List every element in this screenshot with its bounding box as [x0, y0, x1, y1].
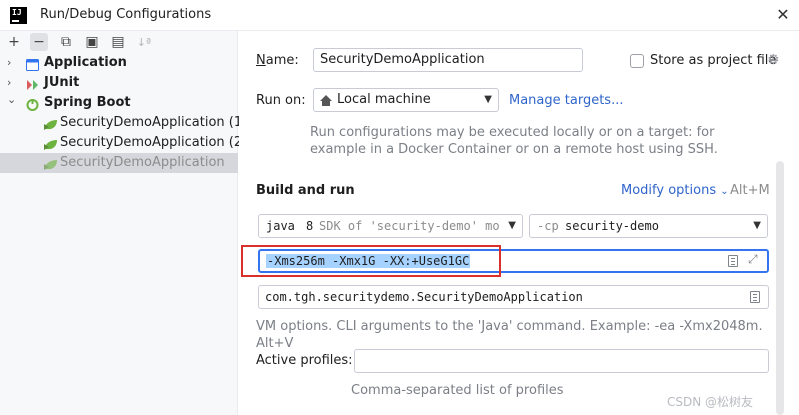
expand-text-icon[interactable]	[728, 255, 738, 267]
save-icon[interactable]: ▣	[83, 33, 101, 51]
run-on-label: Run on:	[256, 93, 306, 108]
tree-item-security-demo-2[interactable]: SecurityDemoApplication (2)	[0, 133, 247, 153]
sort-icon[interactable]: ↓ª	[135, 33, 153, 51]
tree-item-security-demo-1[interactable]: SecurityDemoApplication (1)	[0, 113, 247, 133]
tree-item-application[interactable]: › Application	[0, 53, 238, 73]
tree-item-label: SecurityDemoApplication	[60, 155, 225, 170]
jdk-version: 8	[306, 219, 314, 233]
gear-icon[interactable]: ⚙	[767, 52, 780, 68]
main-class-field[interactable]: com.tgh.securitydemo.SecurityDemoApplica…	[258, 285, 769, 309]
classpath-dropdown[interactable]: -cp security-demo ▼	[529, 214, 768, 238]
spring-boot-run-icon	[43, 138, 57, 150]
store-as-project-file-checkbox[interactable]	[630, 54, 644, 68]
name-label-rest: ame:	[265, 53, 299, 68]
close-icon[interactable]: ✕	[773, 5, 793, 25]
config-tree-panel: + − ⧉ ▣ ▤ ↓ª › Application › JUnit ⌄ Spr…	[0, 31, 247, 415]
home-icon	[320, 93, 332, 111]
run-on-value: Local machine	[337, 92, 431, 107]
scrollbar[interactable]	[776, 161, 784, 415]
tree-toolbar: + − ⧉ ▣ ▤ ↓ª	[0, 31, 238, 53]
vm-options-hint: VM options. CLI arguments to the 'Java' …	[256, 319, 763, 351]
tree-item-label: Spring Boot	[44, 95, 131, 110]
name-label-mnemonic: N	[256, 53, 266, 68]
config-form: Name: SecurityDemoApplication Store as p…	[239, 31, 799, 415]
application-icon	[26, 58, 39, 71]
window-title: Run/Debug Configurations	[40, 7, 212, 22]
run-on-dropdown[interactable]: Local machine ▼	[313, 88, 499, 112]
chevron-down-icon: ▼	[508, 220, 516, 231]
tree-item-label: Application	[44, 55, 127, 70]
browse-class-icon[interactable]	[750, 291, 760, 303]
name-label: Name:	[256, 53, 299, 68]
cp-value: security-demo	[565, 219, 659, 233]
active-profiles-hint: Comma-separated list of profiles	[351, 383, 564, 398]
tree-item-junit[interactable]: › JUnit	[0, 73, 238, 93]
store-as-project-file-label: Store as project file	[650, 53, 777, 68]
jdk-java: java	[266, 219, 295, 233]
add-icon[interactable]: +	[5, 33, 23, 51]
junit-icon	[26, 78, 38, 90]
active-profiles-label: Active profiles:	[256, 353, 353, 368]
build-and-run-title: Build and run	[256, 183, 355, 198]
copy-icon[interactable]: ⧉	[57, 33, 75, 51]
spring-boot-icon	[26, 98, 39, 111]
tree-item-label: SecurityDemoApplication (2)	[60, 135, 248, 150]
tree-item-spring-boot[interactable]: ⌄ Spring Boot	[0, 93, 238, 113]
run-on-hint-line1: Run configurations may be executed local…	[310, 125, 715, 140]
chevron-down-icon: ⌄	[720, 186, 729, 197]
tree-item-label: JUnit	[44, 75, 80, 90]
chevron-right-icon[interactable]: ›	[7, 53, 17, 73]
active-profiles-field[interactable]	[354, 349, 769, 373]
watermark: CSDN @松树友	[667, 395, 754, 409]
tree-item-label: SecurityDemoApplication (1)	[60, 115, 248, 130]
name-field[interactable]: SecurityDemoApplication	[313, 48, 583, 72]
modify-options-shortcut: Alt+M	[730, 183, 770, 198]
jdk-dropdown[interactable]: java 8 SDK of 'security-demo' modu ▼	[258, 214, 523, 238]
title-bar: IJ Run/Debug Configurations ✕	[0, 0, 799, 31]
modify-options-link[interactable]: Modify options ⌄	[621, 183, 729, 198]
chevron-down-icon: ▼	[753, 220, 761, 231]
chevron-down-icon[interactable]: ⌄	[7, 90, 17, 110]
modify-options-label: Modify options	[621, 183, 717, 198]
remove-icon[interactable]: −	[30, 33, 48, 51]
run-on-hint-line2: example in a Docker Container or on a re…	[310, 142, 718, 157]
expand-icon[interactable]: ⤢	[748, 252, 758, 267]
chevron-down-icon: ▼	[484, 94, 492, 105]
intellij-icon: IJ	[10, 7, 27, 24]
spring-boot-run-icon	[43, 118, 57, 130]
tree-item-security-demo[interactable]: SecurityDemoApplication	[0, 153, 238, 173]
config-tree: › Application › JUnit ⌄ Spring Boot Secu…	[0, 53, 247, 173]
new-folder-icon[interactable]: ▤	[109, 33, 127, 51]
jdk-sdk-text: SDK of 'security-demo' modu	[319, 219, 499, 233]
manage-targets-link[interactable]: Manage targets...	[509, 93, 623, 108]
spring-boot-run-icon	[43, 158, 57, 170]
highlight-box	[241, 245, 501, 277]
cp-prefix: -cp	[537, 219, 559, 233]
